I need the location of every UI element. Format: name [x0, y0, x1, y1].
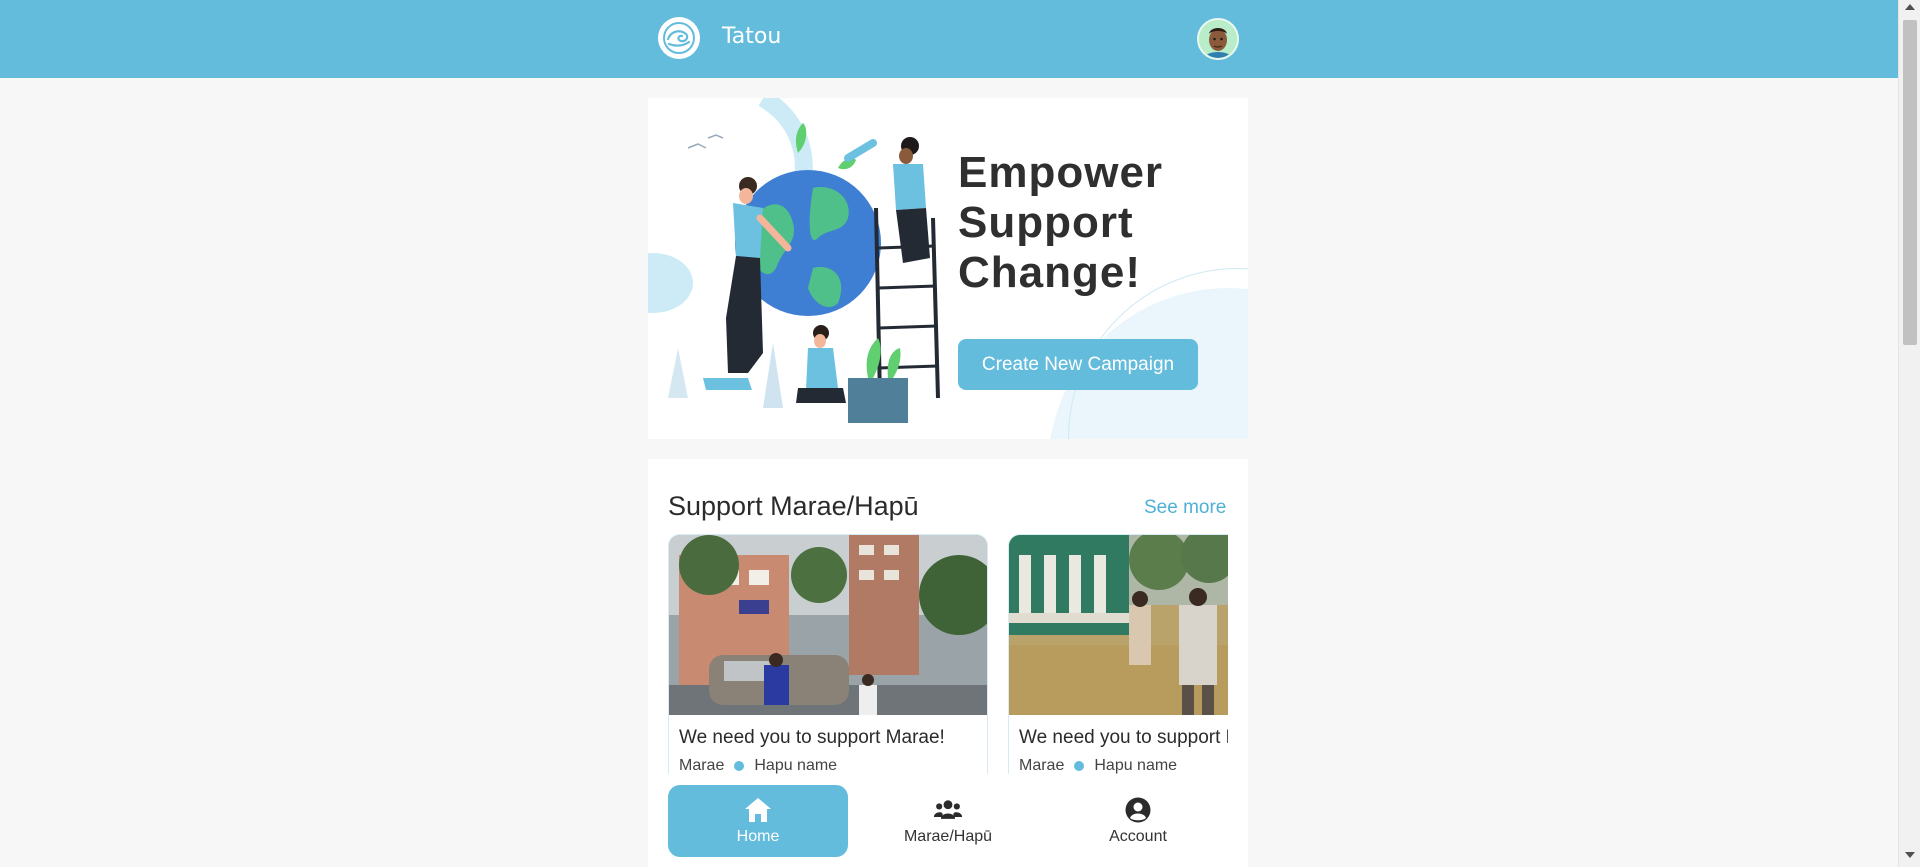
campaign-type: Marae: [679, 757, 725, 774]
scroll-up-arrow-icon[interactable]: [1905, 4, 1915, 10]
campaign-card[interactable]: We need you to support Marae! Marae Hapu…: [1008, 534, 1228, 774]
bottom-navigation: Home Marae/Hapū Account: [648, 774, 1248, 867]
scrollbar-thumb[interactable]: [1903, 20, 1917, 345]
campaign-card[interactable]: We need you to support Marae! Marae Hapu…: [668, 534, 988, 774]
home-icon: [745, 798, 771, 822]
create-campaign-button[interactable]: Create New Campaign: [958, 339, 1198, 390]
hero-illustration: [648, 98, 940, 423]
see-more-link[interactable]: See more: [1144, 497, 1226, 519]
hero-headline-line-2: Support: [958, 198, 1134, 247]
campaign-title: We need you to support Marae!: [679, 727, 945, 748]
hero-banner: Empower Support Change! Create New Campa…: [648, 98, 1248, 439]
scroll-down-arrow-icon[interactable]: [1905, 852, 1915, 858]
campaign-photo: [669, 535, 987, 715]
nav-marae-hapu-label: Marae/Hapū: [903, 828, 993, 845]
nav-account[interactable]: Account: [1048, 785, 1228, 857]
user-circle-icon: [1125, 797, 1151, 823]
nav-account-label: Account: [1109, 828, 1167, 845]
campaign-carousel[interactable]: We need you to support Marae! Marae Hapu…: [668, 534, 1228, 774]
nav-home-label: Home: [736, 828, 780, 845]
hero-headline-line-1: Empower: [958, 148, 1164, 197]
nav-home[interactable]: Home: [668, 785, 848, 857]
app-logo-icon[interactable]: [658, 17, 700, 59]
page-scrollbar[interactable]: [1898, 0, 1920, 867]
separator-dot-icon: [734, 761, 745, 771]
app-title: Tatou: [722, 24, 782, 49]
campaign-type: Marae: [1019, 757, 1065, 774]
section-title: Support Marae/Hapū: [668, 491, 919, 521]
campaign-meta: Marae Hapu name: [1019, 757, 1177, 774]
hero-headline: Empower Support Change!: [958, 148, 1163, 298]
separator-dot-icon: [1074, 761, 1085, 771]
users-icon: [933, 800, 963, 819]
campaign-title: We need you to support Marae!: [1019, 727, 1228, 748]
campaign-photo: [1009, 535, 1228, 715]
hero-headline-line-3: Change!: [958, 248, 1141, 297]
campaign-hapu: Hapu name: [1094, 757, 1178, 774]
user-avatar[interactable]: [1197, 18, 1239, 60]
campaign-meta: Marae Hapu name: [679, 757, 837, 774]
top-app-bar: Tatou: [0, 0, 1898, 78]
campaign-hapu: Hapu name: [754, 757, 838, 774]
nav-marae-hapu[interactable]: Marae/Hapū: [858, 785, 1038, 857]
